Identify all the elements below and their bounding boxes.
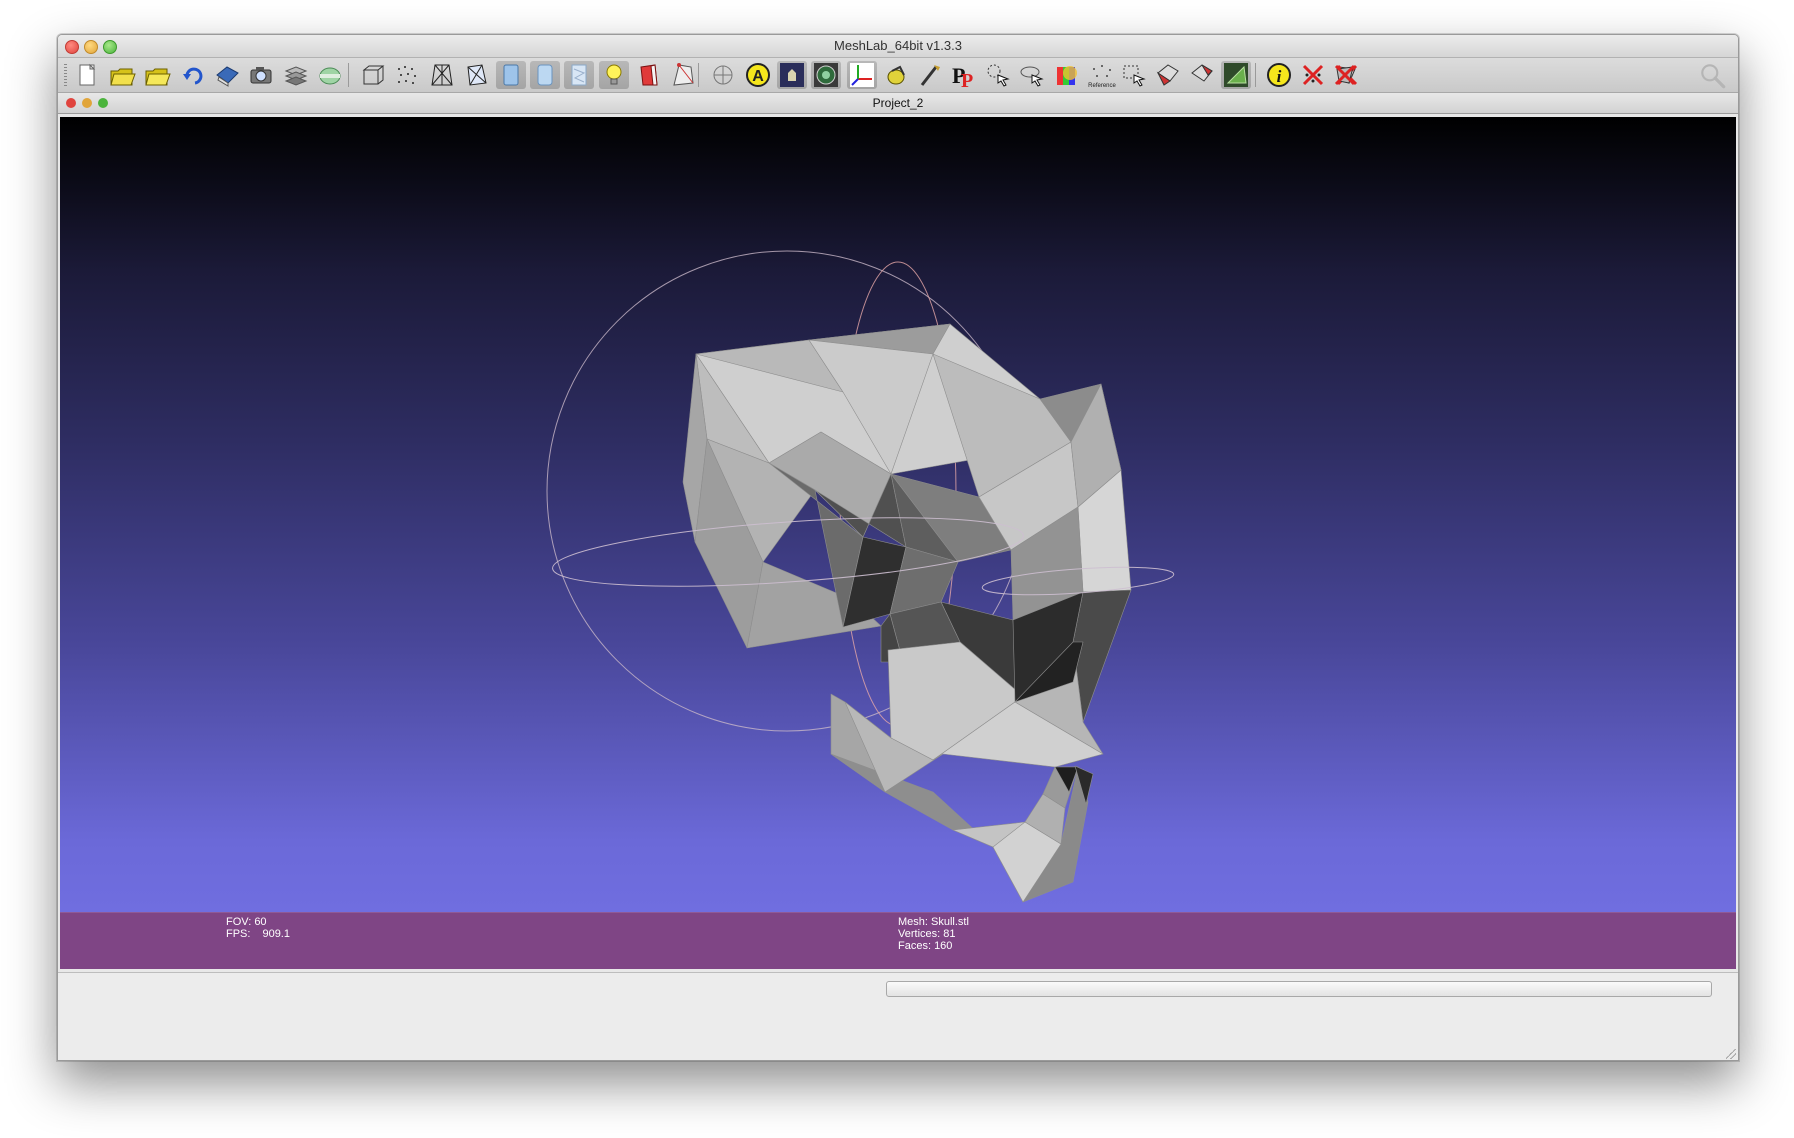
window-title: MeshLab_64bit v1.3.3 bbox=[834, 38, 962, 53]
select-vertices-icon[interactable] bbox=[983, 61, 1013, 89]
fps-readout: FPS: 909.1 bbox=[226, 928, 290, 940]
selected-faces-icon[interactable] bbox=[668, 61, 698, 89]
smooth-shading-icon[interactable] bbox=[530, 61, 560, 89]
select-region-icon[interactable] bbox=[1187, 61, 1217, 89]
wireframe-icon[interactable] bbox=[427, 61, 457, 89]
main-window: MeshLab_64bit v1.3.3 A P P Reference i Proje… bbox=[57, 34, 1739, 1061]
texture-icon[interactable] bbox=[564, 61, 594, 89]
vertices-count: Vertices: 81 bbox=[898, 928, 956, 940]
progress-bar bbox=[886, 981, 1712, 997]
mesh-info: Mesh: Skull.stl Vertices: 81 Faces: 160 bbox=[898, 916, 969, 952]
info-overlay: FOV: 60 FPS: 909.1 Mesh: Skull.stl Vertic… bbox=[60, 912, 1736, 969]
toolbar-separator bbox=[698, 63, 699, 87]
reference-points-icon[interactable]: Reference bbox=[1087, 61, 1117, 89]
svg-text:P: P bbox=[961, 70, 973, 89]
fps-label: FPS: bbox=[226, 928, 251, 940]
document-title: Project_2 bbox=[872, 96, 924, 110]
resize-grip[interactable] bbox=[1726, 1049, 1736, 1059]
reference-icon[interactable] bbox=[777, 61, 807, 89]
select-faces-icon[interactable] bbox=[1119, 61, 1149, 89]
layers-icon[interactable] bbox=[281, 61, 311, 89]
points-icon[interactable] bbox=[392, 61, 422, 89]
shade-icon[interactable] bbox=[811, 61, 841, 89]
fov-readout: FOV: 60 bbox=[226, 916, 267, 928]
flat-shading-icon[interactable] bbox=[496, 61, 526, 89]
svg-text:i: i bbox=[1277, 67, 1282, 86]
annotation-icon[interactable]: A bbox=[743, 61, 773, 89]
mesh-name: Mesh: Skull.stl bbox=[898, 916, 969, 928]
import-mesh-icon[interactable] bbox=[142, 61, 172, 89]
new-project-icon[interactable] bbox=[72, 61, 102, 89]
open-project-icon[interactable] bbox=[107, 61, 137, 89]
3d-viewport[interactable]: FOV: 60 FPS: 909.1 Mesh: Skull.stl Vertic… bbox=[60, 117, 1736, 969]
save-icon[interactable] bbox=[212, 61, 242, 89]
fps-value: 909.1 bbox=[262, 928, 290, 940]
mesh-render[interactable] bbox=[60, 117, 1736, 969]
snapshot-icon[interactable] bbox=[246, 61, 276, 89]
toolbar-grip[interactable] bbox=[64, 64, 67, 86]
measure-icon[interactable] bbox=[1017, 61, 1047, 89]
backface-icon[interactable] bbox=[634, 61, 664, 89]
svg-text:Reference: Reference bbox=[1088, 83, 1116, 89]
axes-icon[interactable] bbox=[847, 61, 877, 89]
manipulator-icon[interactable] bbox=[881, 61, 911, 89]
toolbar-separator bbox=[1255, 63, 1256, 87]
status-bar bbox=[58, 972, 1738, 1060]
color-icon[interactable] bbox=[1053, 61, 1083, 89]
hidden-lines-icon[interactable] bbox=[461, 61, 491, 89]
align-icon[interactable] bbox=[708, 61, 738, 89]
paint-icon[interactable] bbox=[915, 61, 945, 89]
info-icon[interactable]: i bbox=[1264, 61, 1294, 89]
pick-points-icon[interactable]: PP bbox=[949, 61, 979, 89]
delete-all-icon[interactable] bbox=[1330, 61, 1360, 89]
reload-icon[interactable] bbox=[178, 61, 208, 89]
delete-vertices-icon[interactable] bbox=[1298, 61, 1328, 89]
window-titlebar: MeshLab_64bit v1.3.3 bbox=[58, 35, 1738, 58]
texture-map-icon[interactable] bbox=[1221, 61, 1251, 89]
render-info: FOV: 60 FPS: 909.1 bbox=[226, 916, 290, 940]
svg-text:A: A bbox=[752, 68, 764, 85]
raster-icon[interactable] bbox=[315, 61, 345, 89]
main-toolbar: A P P Reference i bbox=[58, 58, 1738, 93]
light-icon[interactable] bbox=[599, 61, 629, 89]
toolbar-separator bbox=[348, 63, 349, 87]
bounding-box-icon[interactable] bbox=[358, 61, 388, 89]
faces-count: Faces: 160 bbox=[898, 940, 953, 952]
skull-mesh bbox=[682, 323, 1132, 903]
select-connected-icon[interactable] bbox=[1153, 61, 1183, 89]
search-icon[interactable] bbox=[1698, 61, 1728, 89]
document-titlebar: Project_2 bbox=[58, 93, 1738, 114]
